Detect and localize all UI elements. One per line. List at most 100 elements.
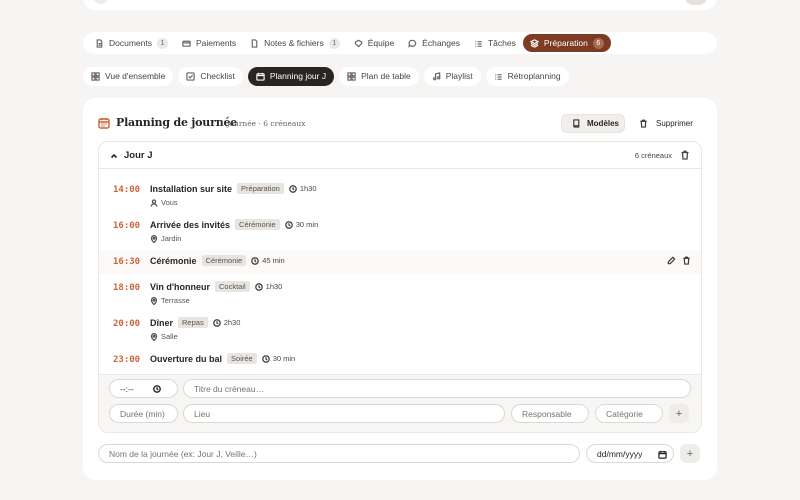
date-input[interactable]: dd/mm/yyyy [586,444,674,463]
chevron-up-icon[interactable] [110,152,118,160]
modeles-button[interactable]: Modèles [561,114,625,133]
card-icon [182,39,191,48]
tab-label: Documents [109,38,152,48]
time-input[interactable]: --:-- [109,379,178,398]
list-icon [494,72,503,81]
slot-title: Cérémonie [150,255,197,266]
subtab-retroplanning[interactable]: Rétroplanning [485,66,569,86]
tab-label: Préparation [543,38,588,48]
tab-count: 1 [157,37,168,49]
layers-icon [529,38,539,48]
tab-label: Équipe [367,38,395,48]
tab-notes[interactable]: Notes & fichiers 1 [243,34,347,52]
subtab-playlist[interactable]: Playlist [423,66,481,86]
location-input[interactable]: Lieu [183,404,505,423]
clock-icon [284,220,293,229]
slot-row[interactable]: 16:30 Cérémonie Cérémonie 45 min [99,250,701,274]
team-icon [354,39,363,48]
slot-location: Salle [161,332,178,341]
subtab-label: Checklist [200,71,235,81]
supprimer-label: Supprimer [656,119,693,128]
category-input[interactable]: Catégorie [595,404,663,423]
slot-duration: 30 min [272,354,296,363]
slot-duration: 1h30 [265,282,283,291]
subtab-label: Playlist [445,71,473,81]
tab-preparation[interactable]: Préparation 6 [522,34,611,52]
tab-count: 6 [592,37,604,49]
subtab-plan-de-table[interactable]: Plan de table [339,66,419,86]
subtab-checklist[interactable]: Checklist [178,66,243,86]
slot-time: 16:30 [113,257,141,267]
music-icon [432,71,441,81]
day-name: Jour J [124,150,153,161]
slot-count: 6 créneaux [634,151,672,160]
edit-icon[interactable] [667,256,676,265]
add-day-row: Nom de la journée (ex: Jour J, Veille…) … [83,441,717,463]
list-icon [474,39,483,48]
slot-time: 16:00 [113,221,141,231]
category-badge: Soirée [227,353,257,364]
document-icon [95,38,104,48]
clock-icon [153,385,161,393]
subtab-planning-jour-j[interactable]: Planning jour J [247,66,335,86]
location-pin-icon [150,234,158,243]
category-badge: Préparation [237,183,284,194]
checkbox-icon [186,71,196,81]
book-icon [572,119,581,128]
slot-row[interactable]: 18:00 Vin d'honneur Cocktail 1h30 Terras… [99,278,701,308]
tab-echanges[interactable]: Échanges [401,34,467,52]
duration-input[interactable]: Durée (min) [109,404,178,423]
slot-location: Jardin [161,234,182,243]
category-badge: Repas [178,317,208,328]
calendar-icon [658,450,667,459]
toggle[interactable] [685,0,707,5]
add-slot-button[interactable]: + [669,404,689,423]
grid-icon [347,71,356,81]
avatar [93,0,109,4]
subtab-label: Plan de table [361,71,411,81]
slot-time: 18:00 [113,283,141,293]
grid-icon [91,71,100,81]
clock-icon [288,184,297,193]
slot-title: Dîner [150,317,174,328]
clock-icon [212,318,221,327]
clock-icon [254,282,263,291]
tab-documents[interactable]: Documents 1 [88,34,175,52]
tab-label: Paiements [196,38,237,48]
chat-icon [408,39,417,48]
slot-row[interactable]: 23:00 Ouverture du bal Soirée 30 min [99,350,701,370]
slot-duration: 1h30 [299,184,317,193]
supprimer-button[interactable]: Supprimer [639,114,693,133]
add-day-button[interactable]: + [680,444,700,463]
slot-time: 14:00 [113,185,141,195]
primary-tabs: Documents 1 Paiements Notes & fichiers 1… [83,32,717,54]
tab-label: Notes & fichiers [264,38,324,48]
trash-icon [639,119,648,128]
slot-title-input[interactable]: Titre du créneau… [183,379,691,398]
trash-icon[interactable] [682,256,691,265]
slot-row[interactable]: 20:00 Dîner Repas 2h30 Salle [99,314,701,344]
planning-card: Planning de journée 1 journée · 6 crénea… [83,98,717,480]
day-header[interactable]: Jour J 6 créneaux [99,142,701,169]
subtab-vue-ensemble[interactable]: Vue d'ensemble [83,66,174,86]
trash-icon[interactable] [680,150,690,160]
tab-taches[interactable]: Tâches [467,34,523,52]
day-name-input[interactable]: Nom de la journée (ex: Jour J, Veille…) [98,444,580,463]
slot-row[interactable]: 14:00 Installation sur site Préparation … [99,180,701,210]
page-subtitle: 1 journée · 6 créneaux [220,119,306,128]
slot-duration: 2h30 [223,318,241,327]
day-panel: Jour J 6 créneaux 14:00 Installation sur… [98,141,702,433]
category-badge: Cérémonie [201,255,247,266]
clock-icon [251,256,260,265]
modeles-label: Modèles [587,119,620,128]
tab-paiements[interactable]: Paiements [175,34,243,52]
slot-row[interactable]: 16:00 Arrivée des invités Cérémonie 30 m… [99,216,701,246]
clock-icon [261,354,270,363]
slot-duration: 30 min [295,220,319,229]
owner-input[interactable]: Responsable [511,404,589,423]
slot-duration: 45 min [262,256,285,265]
slot-title: Installation sur site [150,183,233,194]
calendar-icon [98,117,110,129]
tab-count: 1 [328,37,340,49]
tab-equipe[interactable]: Équipe [347,34,401,52]
